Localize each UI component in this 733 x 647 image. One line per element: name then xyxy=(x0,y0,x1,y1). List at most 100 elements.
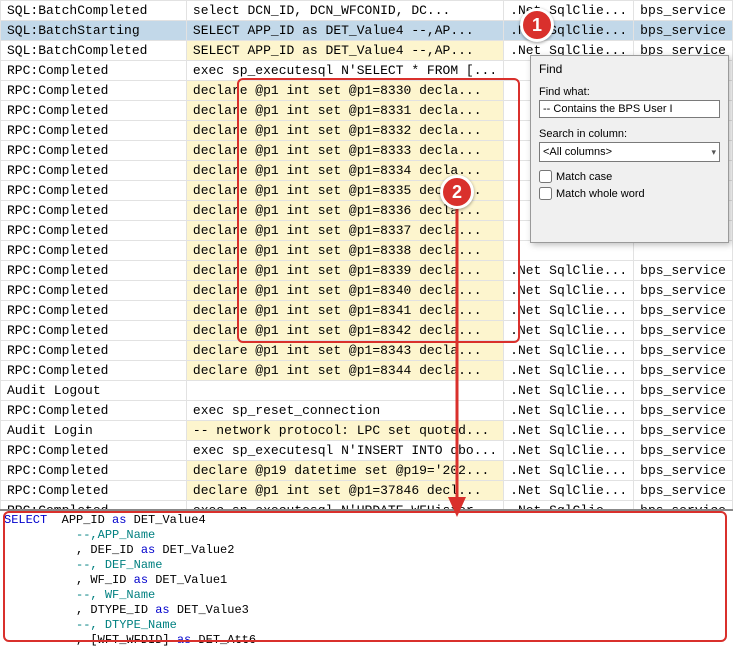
table-row[interactable]: SQL:BatchCompletedselect DCN_ID, DCN_WFC… xyxy=(1,1,733,21)
event-cell: SQL:BatchStarting xyxy=(1,21,187,41)
event-cell: RPC:Completed xyxy=(1,101,187,121)
appname-cell: .Net SqlClie... xyxy=(504,301,634,321)
login-cell: bps_service xyxy=(634,281,733,301)
textdata-cell: declare @p1 int set @p1=8337 decla... xyxy=(186,221,503,241)
appname-cell: .Net SqlClie... xyxy=(504,481,634,501)
appname-cell: .Net SqlClie... xyxy=(504,281,634,301)
table-row[interactable]: RPC:Completeddeclare @p1 int set @p1=833… xyxy=(1,261,733,281)
find-what-label: Find what: xyxy=(539,86,720,98)
login-cell: bps_service xyxy=(634,381,733,401)
annotation-badge-2: 2 xyxy=(440,175,474,209)
textdata-cell: declare @p1 int set @p1=8340 decla... xyxy=(186,281,503,301)
appname-cell: .Net SqlClie... xyxy=(504,321,634,341)
textdata-cell: exec sp_reset_connection xyxy=(186,401,503,421)
event-cell: SQL:BatchCompleted xyxy=(1,1,187,21)
login-cell: bps_service xyxy=(634,261,733,281)
event-cell: RPC:Completed xyxy=(1,441,187,461)
event-cell: RPC:Completed xyxy=(1,181,187,201)
find-column-combo[interactable]: <All columns> ▾ xyxy=(539,142,720,162)
event-cell: RPC:Completed xyxy=(1,321,187,341)
textdata-cell xyxy=(186,381,503,401)
table-row[interactable]: RPC:Completedexec sp_reset_connection.Ne… xyxy=(1,401,733,421)
find-column-value: <All columns> xyxy=(543,146,612,158)
login-cell: bps_service xyxy=(634,21,733,41)
login-cell xyxy=(634,241,733,261)
event-cell: Audit Logout xyxy=(1,381,187,401)
login-cell: bps_service xyxy=(634,1,733,21)
login-cell: bps_service xyxy=(634,441,733,461)
table-row[interactable]: SQL:BatchStartingSELECT APP_ID as DET_Va… xyxy=(1,21,733,41)
table-row[interactable]: RPC:Completeddeclare @p1 int set @p1=834… xyxy=(1,301,733,321)
sql-detail-pane[interactable]: SELECT APP_ID as DET_Value4 --,APP_Name … xyxy=(0,509,733,647)
textdata-cell: declare @p1 int set @p1=8344 decla... xyxy=(186,361,503,381)
appname-cell: .Net SqlClie... xyxy=(504,441,634,461)
login-cell: bps_service xyxy=(634,341,733,361)
table-row[interactable]: RPC:Completeddeclare @p1 int set @p1=834… xyxy=(1,281,733,301)
event-cell: RPC:Completed xyxy=(1,221,187,241)
textdata-cell: declare @p1 int set @p1=8343 decla... xyxy=(186,341,503,361)
event-cell: SQL:BatchCompleted xyxy=(1,41,187,61)
event-cell: RPC:Completed xyxy=(1,81,187,101)
event-cell: Audit Login xyxy=(1,421,187,441)
event-cell: RPC:Completed xyxy=(1,121,187,141)
textdata-cell: declare @p1 int set @p1=8338 decla... xyxy=(186,241,503,261)
textdata-cell: select DCN_ID, DCN_WFCONID, DC... xyxy=(186,1,503,21)
table-row[interactable]: RPC:Completeddeclare @p1 int set @p1=378… xyxy=(1,481,733,501)
textdata-cell: declare @p1 int set @p1=8339 decla... xyxy=(186,261,503,281)
event-cell: RPC:Completed xyxy=(1,61,187,81)
textdata-cell: declare @p1 int set @p1=8332 decla... xyxy=(186,121,503,141)
event-cell: RPC:Completed xyxy=(1,461,187,481)
login-cell: bps_service xyxy=(634,461,733,481)
event-cell: RPC:Completed xyxy=(1,341,187,361)
table-row[interactable]: RPC:Completeddeclare @p1 int set @p1=833… xyxy=(1,241,733,261)
login-cell: bps_service xyxy=(634,421,733,441)
match-whole-word-checkbox[interactable] xyxy=(539,187,552,200)
find-panel: Find Find what: Search in column: <All c… xyxy=(530,55,729,243)
event-cell: RPC:Completed xyxy=(1,241,187,261)
event-cell: RPC:Completed xyxy=(1,281,187,301)
appname-cell xyxy=(504,241,634,261)
chevron-down-icon: ▾ xyxy=(711,147,716,158)
login-cell: bps_service xyxy=(634,481,733,501)
find-column-label: Search in column: xyxy=(539,128,720,140)
textdata-cell: declare @p1 int set @p1=8341 decla... xyxy=(186,301,503,321)
textdata-cell: declare @p1 int set @p1=8331 decla... xyxy=(186,101,503,121)
table-row[interactable]: RPC:Completeddeclare @p1 int set @p1=834… xyxy=(1,321,733,341)
textdata-cell: declare @p1 int set @p1=37846 decl... xyxy=(186,481,503,501)
textdata-cell: -- network protocol: LPC set quoted... xyxy=(186,421,503,441)
login-cell: bps_service xyxy=(634,401,733,421)
login-cell: bps_service xyxy=(634,361,733,381)
event-cell: RPC:Completed xyxy=(1,401,187,421)
annotation-badge-1: 1 xyxy=(520,8,554,42)
textdata-cell: exec sp_executesql N'SELECT * FROM [... xyxy=(186,61,503,81)
textdata-cell: exec sp_executesql N'INSERT INTO dbo... xyxy=(186,441,503,461)
appname-cell: .Net SqlClie... xyxy=(504,361,634,381)
match-case-checkbox[interactable] xyxy=(539,170,552,183)
textdata-cell: SELECT APP_ID as DET_Value4 --,AP... xyxy=(186,21,503,41)
table-row[interactable]: RPC:Completeddeclare @p1 int set @p1=834… xyxy=(1,341,733,361)
login-cell: bps_service xyxy=(634,321,733,341)
table-row[interactable]: Audit Login-- network protocol: LPC set … xyxy=(1,421,733,441)
event-cell: RPC:Completed xyxy=(1,261,187,281)
table-row[interactable]: RPC:Completeddeclare @p19 datetime set @… xyxy=(1,461,733,481)
match-whole-word-label: Match whole word xyxy=(556,188,645,200)
textdata-cell: declare @p1 int set @p1=8333 decla... xyxy=(186,141,503,161)
event-cell: RPC:Completed xyxy=(1,481,187,501)
textdata-cell: declare @p1 int set @p1=8342 decla... xyxy=(186,321,503,341)
textdata-cell: declare @p19 datetime set @p19='202... xyxy=(186,461,503,481)
event-cell: RPC:Completed xyxy=(1,161,187,181)
find-title: Find xyxy=(539,62,720,76)
table-row[interactable]: Audit Logout .Net SqlClie...bps_service xyxy=(1,381,733,401)
appname-cell: .Net SqlClie... xyxy=(504,401,634,421)
appname-cell: .Net SqlClie... xyxy=(504,381,634,401)
textdata-cell: declare @p1 int set @p1=8330 decla... xyxy=(186,81,503,101)
match-case-label: Match case xyxy=(556,171,612,183)
event-cell: RPC:Completed xyxy=(1,201,187,221)
find-what-input[interactable] xyxy=(539,100,720,118)
appname-cell: .Net SqlClie... xyxy=(504,261,634,281)
table-row[interactable]: RPC:Completedexec sp_executesql N'INSERT… xyxy=(1,441,733,461)
event-cell: RPC:Completed xyxy=(1,301,187,321)
textdata-cell: SELECT APP_ID as DET_Value4 --,AP... xyxy=(186,41,503,61)
event-cell: RPC:Completed xyxy=(1,361,187,381)
table-row[interactable]: RPC:Completeddeclare @p1 int set @p1=834… xyxy=(1,361,733,381)
